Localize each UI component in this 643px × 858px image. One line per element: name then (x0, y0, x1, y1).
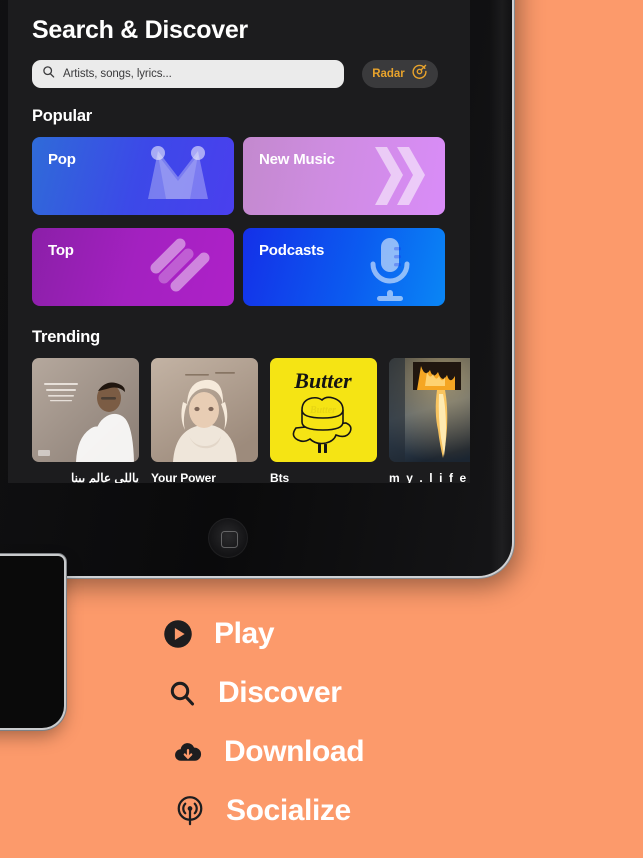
phone-device (0, 556, 64, 728)
category-card-new-music[interactable]: New Music (243, 137, 445, 215)
search-row: Artists, songs, lyrics... Radar (26, 60, 452, 88)
feature-list: Play Discover Download Socialize (160, 604, 580, 840)
section-title-popular: Popular (32, 107, 93, 125)
trending-item[interactable]: m y . l i f e J. Cole, 21 Savage & (389, 358, 470, 483)
broadcast-icon (172, 795, 208, 826)
app-screen: Search & Discover Artists, songs, lyrics… (8, 0, 470, 483)
trending-item[interactable]: ياللي عالم بينا محمد حماقي (32, 358, 139, 483)
category-card-top[interactable]: Top (32, 228, 234, 306)
feature-item-label: Socialize (226, 793, 351, 827)
category-card-label: Top (48, 242, 74, 259)
bezel-highlight (490, 0, 512, 576)
scene-backdrop: Search & Discover Artists, songs, lyrics… (0, 0, 643, 858)
feature-item-label: Discover (218, 675, 342, 709)
feature-item-socialize[interactable]: Socialize (172, 781, 580, 840)
search-icon (42, 65, 55, 83)
section-title-trending: Trending (32, 328, 101, 346)
category-card-pop[interactable]: Pop (32, 137, 234, 215)
radar-button[interactable]: Radar (362, 60, 438, 88)
feature-item-discover[interactable]: Discover (164, 663, 580, 722)
album-cover-art[interactable] (151, 358, 258, 462)
svg-text:Butter: Butter (293, 368, 352, 393)
trending-item-title: Your Power (151, 471, 216, 483)
feature-item-play[interactable]: Play (160, 604, 580, 663)
microphone-icon (341, 228, 437, 306)
page-title: Search & Discover (32, 16, 248, 44)
feature-item-label: Download (224, 734, 365, 768)
home-button[interactable] (208, 518, 248, 558)
radar-icon (411, 63, 428, 85)
trending-item-title: Bts (270, 471, 290, 483)
trending-item[interactable]: Your Power Billie Eilish (151, 358, 258, 483)
cloud-download-icon (170, 737, 206, 767)
search-icon (164, 679, 200, 707)
trending-item[interactable]: Butter Butter Bts (270, 358, 377, 483)
trending-item-title: m y . l i f e (389, 471, 468, 483)
radar-button-label: Radar (372, 68, 405, 80)
feature-item-download[interactable]: Download (170, 722, 580, 781)
category-card-podcasts[interactable]: Podcasts (243, 228, 445, 306)
slashes-icon (130, 228, 226, 306)
svg-text:Butter: Butter (309, 405, 336, 416)
category-card-label: New Music (259, 151, 335, 168)
popular-card-grid: Pop New Music Top Podcasts (32, 137, 452, 306)
spotlight-icon (130, 137, 226, 215)
album-cover-art[interactable]: Butter Butter (270, 358, 377, 462)
album-cover-art[interactable] (32, 358, 139, 462)
home-square-icon (220, 530, 238, 548)
chevrons-right-icon (341, 137, 437, 215)
play-circle-icon (160, 619, 196, 649)
category-card-label: Pop (48, 151, 76, 168)
album-cover-art[interactable] (389, 358, 470, 462)
search-placeholder: Artists, songs, lyrics... (63, 68, 172, 80)
trending-item-title: ياللي عالم بينا (71, 471, 139, 483)
feature-item-label: Play (214, 616, 275, 650)
trending-row[interactable]: ياللي عالم بينا محمد حماقي (32, 358, 470, 483)
tablet-device: Search & Discover Artists, songs, lyrics… (0, 0, 512, 576)
search-input[interactable]: Artists, songs, lyrics... (32, 60, 344, 88)
category-card-label: Podcasts (259, 242, 325, 259)
